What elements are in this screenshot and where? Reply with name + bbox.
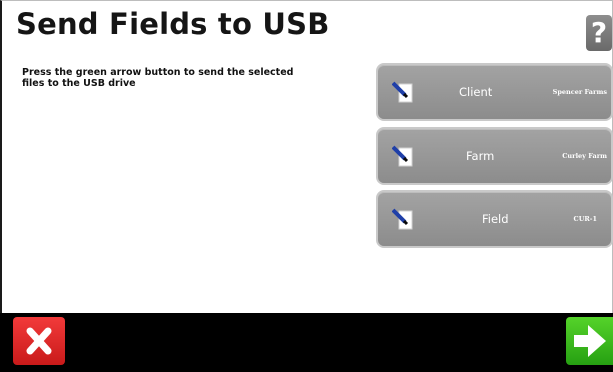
- document-pen-icon: [392, 145, 413, 167]
- document-pen-icon: [392, 81, 413, 103]
- farm-button[interactable]: Farm Curley Farm: [376, 127, 613, 185]
- farm-label: Farm: [466, 149, 495, 163]
- help-icon: ?: [590, 16, 608, 49]
- farm-value: Curley Farm: [562, 152, 607, 160]
- instruction-text: Press the green arrow button to send the…: [22, 67, 294, 89]
- field-label: Field: [482, 212, 509, 226]
- page-title: Send Fields to USB: [16, 7, 330, 41]
- arrow-right-icon: [574, 325, 606, 357]
- field-value: CUR-1: [573, 215, 597, 223]
- help-button[interactable]: ?: [586, 15, 612, 51]
- cancel-button[interactable]: [13, 317, 65, 365]
- bottom-toolbar: [0, 313, 613, 372]
- field-button[interactable]: Field CUR-1: [376, 190, 613, 248]
- client-label: Client: [459, 85, 493, 99]
- client-button[interactable]: Client Spencer Farms: [376, 63, 613, 121]
- document-pen-icon: [392, 208, 413, 230]
- send-button[interactable]: [566, 317, 613, 365]
- client-value: Spencer Farms: [552, 88, 607, 96]
- close-icon: [26, 327, 52, 355]
